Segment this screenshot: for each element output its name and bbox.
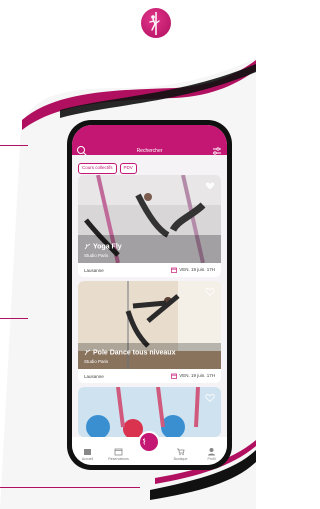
- app-screen: Rechercher Cours collectifs PDV Yoga Fly…: [72, 125, 227, 465]
- tab-label: Profil: [207, 457, 216, 461]
- date-badge: VEN. 19 juin. 17H: [171, 267, 215, 273]
- divider-line: [0, 487, 140, 488]
- search-input[interactable]: Rechercher: [137, 148, 163, 154]
- tab-label: Réservations: [108, 457, 129, 461]
- filter-icon[interactable]: [211, 145, 223, 157]
- divider-line: [0, 318, 28, 319]
- favorite-heart-icon[interactable]: [205, 393, 215, 403]
- search-icon[interactable]: [76, 145, 88, 157]
- tab-reservations[interactable]: Réservations: [107, 447, 131, 461]
- class-photo: Pole Dance tous niveaux Studio Paris: [78, 281, 221, 369]
- date-badge: VEN. 19 juin. 17H: [171, 373, 215, 379]
- divider-line: [0, 145, 28, 146]
- filter-chip-pdv[interactable]: PDV: [119, 163, 137, 174]
- calendar-icon: [114, 448, 123, 456]
- filter-chips: Cours collectifs PDV: [78, 163, 137, 174]
- user-icon: [208, 448, 215, 456]
- studio-name: Studio Paris: [84, 253, 109, 258]
- phone-mockup: Rechercher Cours collectifs PDV Yoga Fly…: [67, 120, 232, 470]
- pole-logo-icon[interactable]: [138, 431, 160, 453]
- class-card[interactable]: [78, 387, 221, 437]
- tab-boutique[interactable]: Boutique: [169, 447, 193, 461]
- filter-chip-cours-collectifs[interactable]: Cours collectifs: [78, 163, 117, 174]
- favorite-heart-icon[interactable]: [205, 181, 215, 191]
- pole-dancer-icon: [142, 438, 146, 445]
- studio-name: Studio Paris: [84, 359, 109, 364]
- class-title: Pole Dance tous niveaux: [84, 349, 175, 356]
- class-photo: Yoga Fly Studio Paris: [78, 175, 221, 264]
- pole-icon: [84, 243, 91, 249]
- location-text: Lausanne: [84, 267, 104, 273]
- tab-accueil[interactable]: Accueil: [76, 447, 100, 461]
- calendar-icon: [171, 373, 178, 379]
- class-card[interactable]: Pole Dance tous niveaux Studio Paris Lau…: [78, 281, 221, 383]
- search-bar[interactable]: Rechercher: [76, 143, 223, 159]
- bottom-tab-bar: Accueil Réservations Boutique Profil: [72, 431, 227, 465]
- tab-label: Boutique: [173, 457, 188, 461]
- cart-icon: [177, 448, 185, 456]
- card-footer: Lausanne VEN. 19 juin. 17H: [78, 263, 221, 277]
- calendar-icon: [171, 267, 178, 273]
- location-text: Lausanne: [84, 373, 104, 379]
- favorite-heart-icon[interactable]: [205, 287, 215, 297]
- home-icon: [84, 449, 91, 455]
- class-title-text: Pole Dance tous niveaux: [93, 349, 176, 356]
- pole-icon: [84, 349, 91, 355]
- date-text: VEN. 19 juin. 17H: [179, 373, 215, 379]
- tab-label: Accueil: [81, 457, 94, 461]
- class-card[interactable]: Yoga Fly Studio Paris Lausanne VEN. 19 j…: [78, 175, 221, 277]
- class-title: Yoga Fly: [84, 243, 122, 250]
- tab-profil[interactable]: Profil: [200, 447, 224, 461]
- date-text: VEN. 19 juin. 17H: [179, 267, 215, 273]
- class-title-text: Yoga Fly: [93, 243, 122, 250]
- fitness-class-photo: [78, 387, 221, 437]
- card-footer: Lausanne VEN. 19 juin. 17H: [78, 369, 221, 383]
